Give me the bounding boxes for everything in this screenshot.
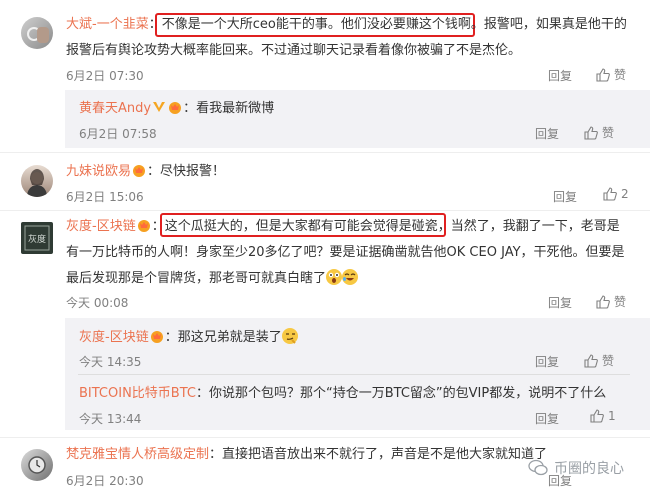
smirk-emoji-icon bbox=[281, 328, 298, 344]
avatar-dabin[interactable] bbox=[21, 17, 53, 49]
verified-v-icon bbox=[153, 102, 166, 112]
reply-button[interactable]: 回复 bbox=[535, 410, 559, 427]
username[interactable]: 黄春天Andy bbox=[79, 101, 151, 116]
timestamp: 6月2日 15:06 bbox=[66, 190, 144, 204]
reply-text: 灰度-区块链 ：那这兄弟就是装了 bbox=[79, 328, 298, 347]
username[interactable]: 灰度-区块链 bbox=[66, 219, 136, 234]
username[interactable]: BITCOIN比特币BTC bbox=[79, 386, 196, 401]
reply-button[interactable]: 回复 bbox=[548, 294, 572, 311]
avatar-huidu[interactable]: 灰度 bbox=[21, 222, 53, 254]
highlighted-text: 这个瓜挺大的，但是大家都有可能会觉得是碰瓷 bbox=[164, 219, 438, 234]
thumbs-up-icon bbox=[590, 409, 604, 423]
vip-crown-icon bbox=[150, 331, 163, 343]
reply-button[interactable]: 回复 bbox=[535, 353, 559, 370]
vip-crown-icon bbox=[137, 220, 150, 232]
thumbs-up-icon bbox=[596, 67, 610, 82]
like-button[interactable]: 1 bbox=[590, 409, 616, 423]
comment-text-line: 最后发现那是个冒牌货，那老哥可就真白瞎了 bbox=[66, 269, 359, 288]
reply-button[interactable]: 回复 bbox=[553, 188, 577, 205]
vip-crown-icon bbox=[169, 102, 182, 114]
username[interactable]: 梵克雅宝情人桥高级定制 bbox=[66, 447, 209, 462]
comment-text: 梵克雅宝情人桥高级定制：直接把语音放出来不就行了，声音是不是他大家就知道了 bbox=[66, 447, 548, 462]
vip-crown-icon bbox=[133, 165, 146, 177]
divider bbox=[0, 437, 650, 438]
logo-avatar-icon: 灰度 bbox=[24, 225, 50, 251]
divider bbox=[78, 374, 630, 375]
username[interactable]: 灰度-区块链 bbox=[79, 330, 149, 345]
svg-text:灰度: 灰度 bbox=[28, 233, 46, 245]
username[interactable]: 九妹说欧易 bbox=[66, 164, 131, 179]
timestamp: 6月2日 20:30 bbox=[66, 474, 144, 488]
thumbs-up-icon bbox=[596, 294, 610, 309]
like-count: 2 bbox=[621, 187, 629, 201]
thumbs-up-icon bbox=[584, 353, 598, 368]
like-button[interactable]: 2 bbox=[603, 187, 629, 201]
reply-text: BITCOIN比特币BTC：你说那个包吗？那个“持仓一万BTC留念”的包VIP都… bbox=[79, 386, 607, 401]
thumbs-up-icon bbox=[603, 187, 617, 201]
like-count: 1 bbox=[608, 409, 616, 423]
avatar-jiumei[interactable] bbox=[21, 165, 53, 197]
avatar-vca[interactable] bbox=[21, 449, 53, 481]
reply-text: 黄春天Andy ：看我最新微博 bbox=[79, 101, 275, 116]
comment-text: 灰度-区块链 ：这个瓜挺大的，但是大家都有可能会觉得是碰瓷，当然了，我翻了一下，老… bbox=[66, 219, 620, 234]
timestamp: 今天 14:35 bbox=[79, 355, 142, 369]
reply-button[interactable]: 回复 bbox=[548, 67, 572, 84]
timestamp: 今天 00:08 bbox=[66, 296, 129, 310]
comment-text: 九妹说欧易 ：尽快报警！ bbox=[66, 164, 226, 179]
divider bbox=[0, 210, 650, 211]
shocked-emoji-icon bbox=[326, 269, 343, 285]
highlighted-text: 不像是一个大所ceo能干的事。他们没必要赚这个钱啊。 bbox=[161, 17, 484, 32]
wechat-icon bbox=[528, 459, 548, 476]
comment-text-line: 有一万比特币的人啊！身家至少20多亿了吧？要是证据确凿就告他OK CEO JAY… bbox=[66, 245, 625, 260]
thumbs-up-icon bbox=[584, 125, 598, 140]
divider bbox=[0, 152, 650, 153]
comment-text: 大斌-一个韭菜：不像是一个大所ceo能干的事。他们没必要赚这个钱啊。报警吧，如果… bbox=[66, 17, 627, 32]
like-button[interactable]: 赞 bbox=[596, 293, 626, 310]
reply-button[interactable]: 回复 bbox=[535, 125, 559, 142]
ring-photo-icon bbox=[27, 27, 49, 43]
watermark: 币圈的良心 bbox=[528, 458, 624, 478]
timestamp: 6月2日 07:58 bbox=[79, 127, 157, 141]
like-button[interactable]: 赞 bbox=[584, 124, 614, 141]
watch-photo-icon bbox=[28, 456, 46, 474]
portrait-icon bbox=[27, 169, 47, 197]
timestamp: 6月2日 07:30 bbox=[66, 69, 144, 83]
timestamp: 今天 13:44 bbox=[79, 412, 142, 426]
like-button[interactable]: 赞 bbox=[584, 352, 614, 369]
comment-text-line: 报警后有舆论攻势大概率能回来。不过通过聊天记录看着像你被骗了不是杰伦。 bbox=[66, 43, 522, 58]
username[interactable]: 大斌-一个韭菜 bbox=[66, 17, 149, 32]
laughing-emoji-icon bbox=[342, 269, 359, 285]
like-button[interactable]: 赞 bbox=[596, 66, 626, 83]
